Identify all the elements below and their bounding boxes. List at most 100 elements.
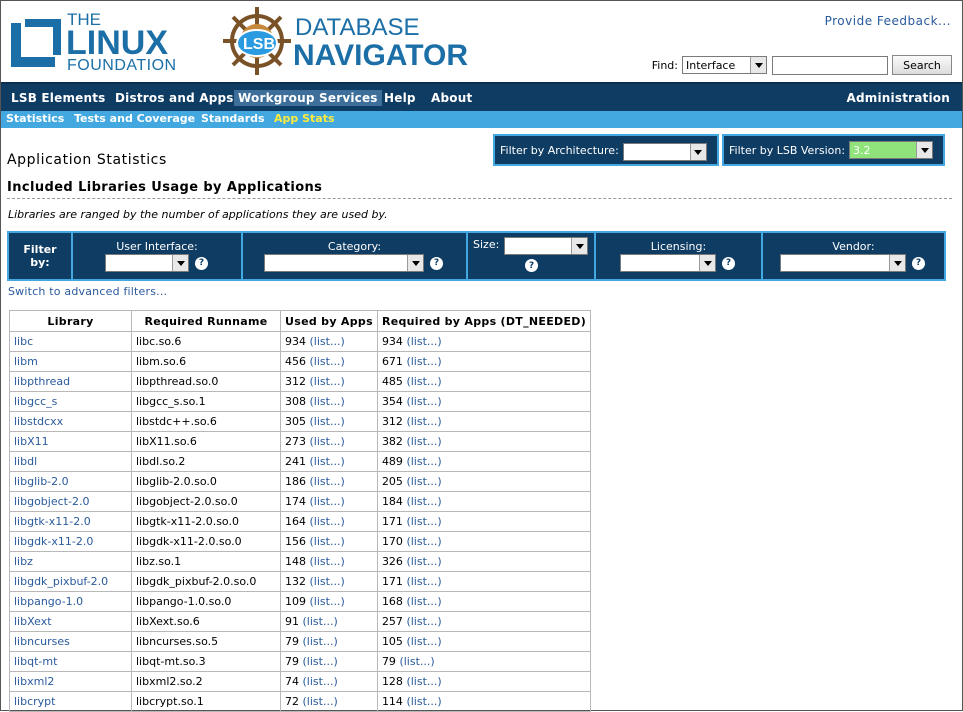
required-list-link[interactable]: (list...) (406, 435, 441, 448)
library-link[interactable]: libgcc_s (14, 395, 57, 408)
required-list-link[interactable]: (list...) (406, 555, 441, 568)
used-list-link[interactable]: (list...) (303, 695, 338, 708)
col-library[interactable]: Library (9, 310, 132, 332)
library-link[interactable]: libpango-1.0 (14, 595, 83, 608)
used-list-link[interactable]: (list...) (303, 655, 338, 668)
chevron-down-icon[interactable] (699, 255, 715, 271)
architecture-select[interactable]: *No filter* (622, 143, 707, 161)
library-link[interactable]: libncurses (14, 635, 70, 648)
size-select[interactable]: *No filter* (504, 237, 588, 255)
help-icon[interactable]: ? (525, 259, 538, 272)
help-icon[interactable]: ? (722, 256, 735, 270)
library-link[interactable]: libglib-2.0 (14, 475, 69, 488)
library-link[interactable]: libXext (14, 615, 52, 628)
nav-distros-and-apps[interactable]: Distros and Apps (111, 90, 238, 106)
subnav-app-stats[interactable]: App Stats (274, 112, 335, 125)
required-list-link[interactable]: (list...) (406, 355, 441, 368)
required-list-link[interactable]: (list...) (406, 375, 441, 388)
library-link[interactable]: libcrypt (14, 695, 55, 708)
find-input[interactable] (772, 55, 888, 75)
subnav-tests-and-coverage[interactable]: Tests and Coverage (74, 112, 195, 125)
used-list-link[interactable]: (list...) (310, 415, 345, 428)
category-select[interactable]: *No filter* (264, 254, 424, 272)
required-list-link[interactable]: (list...) (406, 335, 441, 348)
required-list-link[interactable]: (list...) (406, 675, 441, 688)
chevron-down-icon[interactable] (172, 255, 188, 271)
used-list-link[interactable]: (list...) (310, 495, 345, 508)
chevron-down-icon[interactable] (916, 142, 933, 158)
library-link[interactable]: libqt-mt (14, 655, 57, 668)
vendor-select[interactable]: *No filter* (780, 254, 906, 272)
used-list-link[interactable]: (list...) (310, 355, 345, 368)
search-button[interactable]: Search (892, 55, 952, 75)
nav-workgroup-services[interactable]: Workgroup Services (234, 90, 382, 106)
required-list-link[interactable]: (list...) (406, 535, 441, 548)
table-row: libc libc.so.6 934 (list...) 934 (list...) (9, 331, 592, 352)
used-list-link[interactable]: (list...) (310, 515, 345, 528)
lsb-navigator-logo[interactable]: LSB DATABASE NAVIGATOR (221, 5, 491, 77)
required-list-link[interactable]: (list...) (406, 615, 441, 628)
used-by-apps-cell: 132 (list...) (280, 571, 378, 592)
used-list-link[interactable]: (list...) (310, 335, 345, 348)
col-required-by-apps[interactable]: Required by Apps (DT_NEEDED) (376, 310, 592, 332)
help-icon[interactable]: ? (430, 256, 443, 270)
used-list-link[interactable]: (list...) (310, 435, 345, 448)
library-link[interactable]: libc (14, 335, 33, 348)
library-link[interactable]: libpthread (14, 375, 70, 388)
required-list-link[interactable]: (list...) (406, 575, 441, 588)
find-type-select[interactable]: Interface (682, 56, 767, 74)
linux-foundation-logo[interactable]: THE LINUX FOUNDATION (9, 9, 209, 71)
help-icon[interactable]: ? (195, 256, 208, 270)
nav-help[interactable]: Help (380, 90, 420, 106)
chevron-down-icon[interactable] (889, 255, 905, 271)
used-list-link[interactable]: (list...) (310, 475, 345, 488)
library-link[interactable]: libz (14, 555, 33, 568)
required-list-link[interactable]: (list...) (406, 475, 441, 488)
library-link[interactable]: libgtk-x11-2.0 (14, 515, 91, 528)
provide-feedback-link[interactable]: Provide Feedback... (825, 14, 951, 28)
chevron-down-icon[interactable] (750, 57, 766, 73)
chevron-down-icon[interactable] (571, 238, 587, 254)
used-list-link[interactable]: (list...) (310, 595, 345, 608)
nav-lsb-elements[interactable]: LSB Elements (7, 90, 110, 106)
used-list-link[interactable]: (list...) (310, 535, 345, 548)
used-list-link[interactable]: (list...) (310, 575, 345, 588)
user-interface-select[interactable]: *No filter* (105, 254, 189, 272)
library-link[interactable]: libm (14, 355, 38, 368)
required-list-link[interactable]: (list...) (406, 695, 441, 708)
used-list-link[interactable]: (list...) (310, 555, 345, 568)
library-link[interactable]: libxml2 (14, 675, 54, 688)
required-list-link[interactable]: (list...) (406, 415, 441, 428)
required-list-link[interactable]: (list...) (399, 655, 434, 668)
library-link[interactable]: libX11 (14, 435, 49, 448)
required-list-link[interactable]: (list...) (406, 495, 441, 508)
nav-administration[interactable]: Administration (843, 90, 954, 106)
advanced-filters-link[interactable]: Switch to advanced filters... (8, 285, 167, 298)
chevron-down-icon[interactable] (689, 144, 706, 160)
library-link[interactable]: libgdk_pixbuf-2.0 (14, 575, 108, 588)
nav-about[interactable]: About (427, 90, 476, 106)
subnav-standards[interactable]: Standards (201, 112, 265, 125)
library-link[interactable]: libstdcxx (14, 415, 63, 428)
used-list-link[interactable]: (list...) (310, 375, 345, 388)
used-list-link[interactable]: (list...) (303, 635, 338, 648)
library-link[interactable]: libdl (14, 455, 37, 468)
licensing-select[interactable]: *No filter* (620, 254, 716, 272)
required-list-link[interactable]: (list...) (406, 395, 441, 408)
used-list-link[interactable]: (list...) (310, 455, 345, 468)
library-link[interactable]: libgobject-2.0 (14, 495, 89, 508)
col-required-runname[interactable]: Required Runname (131, 310, 281, 332)
col-used-by-apps[interactable]: Used by Apps (280, 310, 378, 332)
used-list-link[interactable]: (list...) (310, 395, 345, 408)
lsb-version-select[interactable]: 3.2 (849, 141, 934, 159)
required-list-link[interactable]: (list...) (406, 455, 441, 468)
required-list-link[interactable]: (list...) (406, 635, 441, 648)
used-list-link[interactable]: (list...) (303, 675, 338, 688)
help-icon[interactable]: ? (912, 256, 925, 270)
library-link[interactable]: libgdk-x11-2.0 (14, 535, 93, 548)
required-list-link[interactable]: (list...) (406, 595, 441, 608)
subnav-statistics[interactable]: Statistics (6, 112, 64, 125)
chevron-down-icon[interactable] (407, 255, 423, 271)
required-list-link[interactable]: (list...) (406, 515, 441, 528)
used-list-link[interactable]: (list...) (303, 615, 338, 628)
